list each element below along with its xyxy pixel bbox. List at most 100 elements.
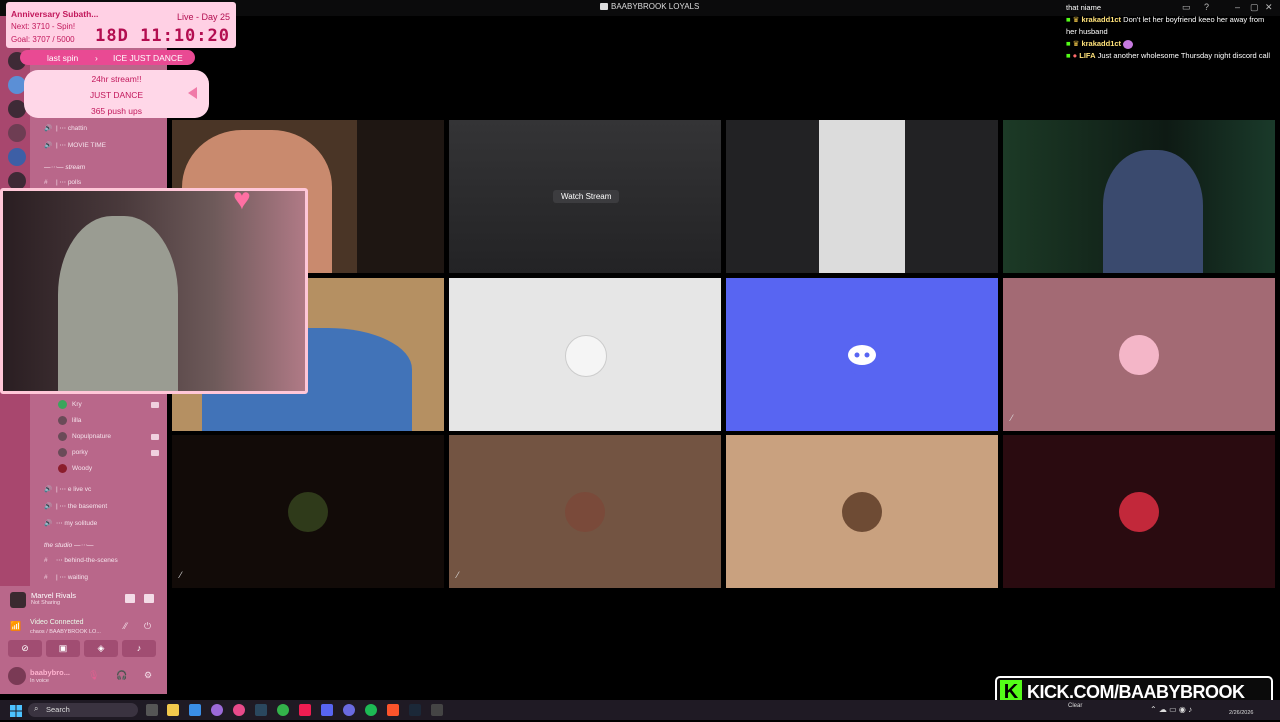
tiktok-icon[interactable] [299,704,311,716]
connection-status[interactable]: Video Connected [30,619,84,626]
speaker-icon: 🔊 [44,486,53,493]
windows-logo-svg [10,705,22,717]
chat-text: Just another wholesome Thursday night di… [1097,51,1271,60]
search-icon: ⌕ [34,704,39,713]
category-studio[interactable]: the studio —⋯— [44,541,94,549]
category-label: stream [65,164,86,171]
voice-channel-movie[interactable]: 🔊 | ⋯ MOVIE TIME [44,141,106,149]
voice-user[interactable]: Nopulpnature [58,432,111,441]
category-label: the studio [44,542,73,549]
app-icon[interactable] [189,704,201,716]
avatar [58,448,67,457]
category-stream[interactable]: —⋯— stream [44,163,85,171]
date-label[interactable]: 2/26/2026 [1229,710,1253,716]
participant-avatar [288,492,328,532]
voice-user[interactable]: Kry [58,400,82,409]
emote-icon [1123,39,1134,49]
video-tile[interactable]: ⁄ [172,435,444,588]
headphones-icon[interactable]: 🎧 [116,670,127,681]
voice-user[interactable]: lilla [58,416,81,425]
app-icon [600,3,608,11]
video-tile[interactable] [449,278,721,431]
task-view-icon[interactable] [146,704,158,716]
screen-share-icon[interactable] [125,594,135,603]
discord-logo-svg [848,345,876,365]
voice-user[interactable]: Woody [58,464,92,473]
streamer-figure [58,216,178,391]
subathon-title: Anniversary Subath... [11,9,99,19]
username[interactable]: baabybro... [30,668,70,677]
screen-share-button[interactable]: ▣ [46,640,80,657]
voice-user-name: porky [72,449,88,457]
chat-username: krakadd1ct [1081,15,1122,24]
steam-icon[interactable] [409,704,421,716]
last-spin-label: last spin [47,53,79,63]
tray-icons[interactable]: ⌃ ☁ ▭ ◉ ♪ [1150,705,1192,714]
video-tile[interactable]: ⁄ [449,435,721,588]
camera-off-button[interactable]: ⊘ [8,640,42,657]
subathon-timer: 18D 11:10:20 [95,26,230,46]
brave-icon[interactable] [387,704,399,716]
voice-channel-basement[interactable]: 🔊 | ⋯ the basement [44,502,107,510]
video-tile[interactable] [1003,435,1275,588]
steam-icon[interactable] [255,704,267,716]
mute-icon[interactable]: 🎙 [88,670,99,681]
video-tile[interactable] [726,120,998,273]
muted-icon: ⁄ [457,570,459,580]
soundboard-button[interactable]: ♪ [122,640,156,657]
video-tile[interactable] [726,435,998,588]
participant-video [819,120,905,273]
settings-gear-icon[interactable]: ⚙ [144,670,152,681]
activities-button[interactable]: ◈ [84,640,118,657]
video-tile[interactable] [1003,120,1275,273]
voice-channel-solitude[interactable]: 🔊 ⋯ my solitude [44,519,97,527]
connection-channel[interactable]: chaos / BAABYBROOK LO... [30,629,101,635]
noise-suppression-icon[interactable]: ⁄⁄ [124,621,127,631]
wheel-item: 24hr stream!! [91,74,142,84]
app-icon[interactable] [431,704,443,716]
weather-label[interactable]: Clear [1068,703,1082,709]
spotify-icon[interactable] [365,704,377,716]
app-icon[interactable] [277,704,289,716]
text-channel-polls[interactable]: # | ⋯ polls [44,178,81,186]
participant-avatar [565,335,607,377]
avatar [58,432,67,441]
voice-controls: ⊘ ▣ ◈ ♪ [8,640,158,657]
server-icon[interactable] [8,124,26,142]
chat-username: krakadd1ct [1081,39,1122,48]
wheel-item: 365 push ups [90,106,143,116]
chat-message: ■ ♛ krakadd1ct Don't let her boyfriend k… [1066,14,1271,38]
participant-avatar [842,492,882,532]
app-icon[interactable] [343,704,355,716]
voice-user[interactable]: porky [58,448,88,457]
discord-icon[interactable] [321,704,333,716]
discord-logo-icon [842,335,882,375]
channel-label: MOVIE TIME [67,142,106,149]
signal-icon: 📶 [10,621,22,631]
popout-icon[interactable] [144,594,154,603]
windows-start-icon[interactable] [10,704,22,717]
stream-tile[interactable]: Watch Stream [449,120,721,273]
avatar [58,400,67,409]
voice-user-name: Kry [72,401,82,409]
file-explorer-icon[interactable] [167,704,179,716]
kick-badge-icon: ■ [1066,51,1071,60]
text-channel-behind[interactable]: # ⋯ behind-the-scenes [44,556,118,564]
channel-label: behind-the-scenes [64,557,118,564]
voice-channel-live-vc[interactable]: 🔊 | ⋯ e live vc [44,485,91,493]
disconnect-icon[interactable]: ⏻ [144,621,151,632]
app-icon[interactable] [211,704,223,716]
app-icon[interactable] [233,704,245,716]
text-channel-waiting[interactable]: # | ⋯ waiting [44,573,88,581]
voice-user-name: Nopulpnature [72,433,112,441]
server-icon[interactable] [8,148,26,166]
kick-badge-icon: ■ [1066,39,1071,48]
voice-channel-chattin[interactable]: 🔊 | ⋯ chattin [44,124,87,132]
window-title: BAABYBROOK LOYALS [600,2,699,11]
voice-user-name: Woody [72,465,93,473]
taskbar-search[interactable]: ⌕ Search [28,703,138,717]
watch-stream-button[interactable]: Watch Stream [553,190,620,203]
video-tile[interactable]: ⁄ [1003,278,1275,431]
user-avatar[interactable] [8,667,26,685]
video-tile[interactable] [726,278,998,431]
